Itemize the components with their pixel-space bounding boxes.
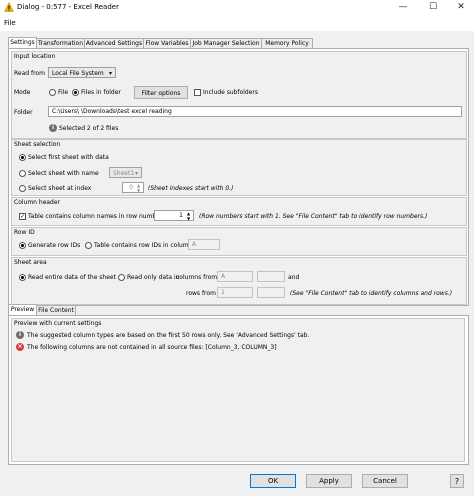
ok-button[interactable]: OK: [250, 474, 296, 488]
mode-files-in-folder-radio[interactable]: [72, 89, 79, 96]
contains-row-ids-label: Table contains row IDs in column: [94, 242, 193, 249]
read-entire-radio[interactable]: [19, 274, 26, 281]
filter-options-button[interactable]: Filter options: [134, 86, 188, 99]
folder-path-input[interactable]: C:\Users\ \Downloads\test excel reading: [48, 106, 462, 117]
row-to-input[interactable]: [257, 287, 285, 298]
group-title: Preview with current settings: [14, 320, 102, 327]
read-entire-label: Read entire data of the sheet: [28, 274, 116, 281]
input-location-group: Input location Read from Local File Syst…: [11, 51, 467, 139]
close-icon[interactable]: ✕: [446, 0, 474, 15]
sheet-at-index-label: Select sheet at index: [28, 185, 92, 192]
read-from-value: Local File System: [52, 70, 104, 77]
sheet-index-hint: (Sheet indexes start with 0.): [148, 185, 234, 192]
first-sheet-radio[interactable]: [19, 154, 26, 161]
info-icon: i: [16, 331, 24, 339]
group-title: Sheet area: [14, 259, 47, 266]
selected-files-info: Selected 2 of 2 files: [59, 125, 119, 132]
mode-file-label: File: [58, 89, 69, 96]
read-only-radio[interactable]: [118, 274, 125, 281]
preview-info-message: The suggested column types are based on …: [27, 332, 310, 339]
row-id-group: Row ID Generate row IDs Table contains r…: [11, 227, 467, 256]
chevron-down-icon: ▾: [108, 70, 112, 77]
generate-row-ids-radio[interactable]: [19, 242, 26, 249]
menu-bar: File: [0, 15, 474, 31]
apply-button[interactable]: Apply: [306, 474, 352, 488]
contains-column-names-label: Table contains column names in row numbe…: [28, 213, 163, 220]
maximize-icon[interactable]: ☐: [418, 0, 448, 15]
sheet-area-hint: (See "File Content" tab to identify colu…: [290, 290, 453, 297]
row-id-column-input[interactable]: A: [188, 239, 220, 250]
group-title: Input location: [14, 53, 56, 60]
help-button[interactable]: ?: [450, 474, 464, 488]
group-title: Row ID: [14, 229, 35, 236]
row-from-input[interactable]: 1: [217, 287, 253, 298]
mode-files-in-folder-label: Files in folder: [81, 89, 121, 96]
menu-file[interactable]: File: [4, 19, 16, 27]
columns-from-label: columns from: [176, 274, 218, 281]
window-title: Dialog - 0:577 - Excel Reader: [17, 3, 119, 11]
sheet-area-group: Sheet area Read entire data of the sheet…: [11, 257, 467, 305]
column-header-group: Column header ✓ Table contains column na…: [11, 197, 467, 226]
sheet-name-dropdown[interactable]: Sheet1 ▾: [109, 167, 142, 178]
preview-error-message: The following columns are not contained …: [27, 344, 277, 351]
column-from-input[interactable]: A: [217, 271, 253, 282]
spinner-arrows-icon[interactable]: ▲ ▼: [185, 211, 192, 221]
sheet-selection-group: Sheet selection Select first sheet with …: [11, 139, 467, 196]
mode-label: Mode: [14, 89, 31, 96]
read-from-label: Read from: [14, 70, 45, 77]
cancel-button[interactable]: Cancel: [362, 474, 408, 488]
contains-column-names-checkbox[interactable]: ✓: [19, 213, 26, 220]
sheet-at-index-radio[interactable]: [19, 185, 26, 192]
error-icon: ×: [16, 343, 24, 351]
sheet-with-name-label: Select sheet with name: [28, 170, 99, 177]
column-to-input[interactable]: [257, 271, 285, 282]
read-only-label: Read only data in: [127, 274, 180, 281]
rows-from-label: rows from: [186, 290, 216, 297]
minimize-icon[interactable]: —: [388, 0, 418, 15]
preview-group: Preview with current settings i The sugg…: [11, 318, 465, 462]
sheet-index-spinner[interactable]: 0 ▲ ▼: [122, 182, 144, 193]
first-sheet-label: Select first sheet with data: [28, 154, 109, 161]
sheet-name-value: Sheet1: [113, 170, 135, 177]
header-row-spinner[interactable]: 1 ▲ ▼: [154, 210, 194, 221]
chevron-down-icon: ▾: [134, 170, 138, 177]
sheet-index-value: 0: [129, 184, 133, 191]
settings-panel: Input location Read from Local File Syst…: [8, 48, 469, 306]
include-subfolders-label: Include subfolders: [203, 89, 259, 96]
info-icon: i: [49, 124, 57, 132]
generate-row-ids-label: Generate row IDs: [28, 242, 81, 249]
folder-label: Folder: [14, 109, 33, 116]
title-bar: Dialog - 0:577 - Excel Reader — ☐ ✕: [0, 0, 474, 15]
warning-triangle-icon: [4, 2, 14, 12]
and-label: and: [288, 274, 300, 281]
group-title: Sheet selection: [14, 141, 61, 148]
include-subfolders-checkbox[interactable]: [194, 89, 201, 96]
group-title: Column header: [14, 199, 61, 206]
mode-file-radio[interactable]: [49, 89, 56, 96]
column-header-hint: (Row numbers start with 1. See "File Con…: [199, 213, 428, 220]
preview-panel: Preview with current settings i The sugg…: [8, 315, 469, 465]
preview-table-area[interactable]: [15, 359, 460, 457]
header-row-value: 1: [179, 212, 183, 219]
read-from-dropdown[interactable]: Local File System ▾: [48, 67, 116, 78]
spinner-arrows-icon[interactable]: ▲ ▼: [135, 183, 142, 193]
contains-row-ids-radio[interactable]: [85, 242, 92, 249]
sheet-with-name-radio[interactable]: [19, 170, 26, 177]
